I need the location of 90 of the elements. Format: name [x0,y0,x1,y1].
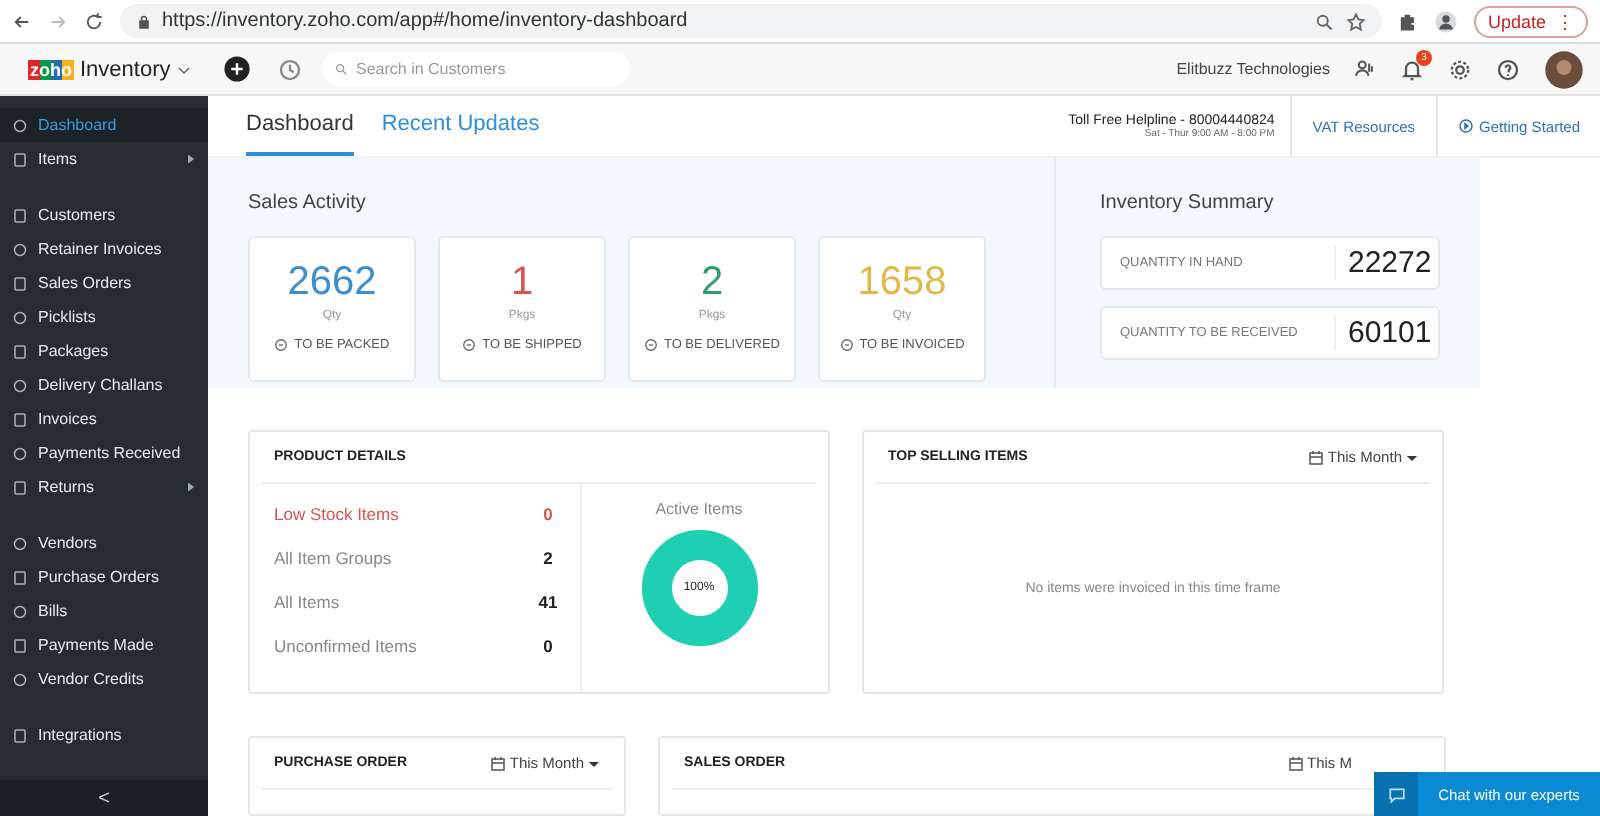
calendar-icon [489,755,506,771]
sidebar-item[interactable]: Customers [0,198,208,232]
profile-icon [1433,9,1458,33]
section-title: Sales Activity [248,192,368,215]
sidebar-item[interactable]: Delivery Challans [0,368,208,402]
history-icon [278,57,302,81]
detail-label[interactable]: All Items [274,592,340,612]
menu-item-icon [12,569,28,585]
dashboard-icon [12,117,28,133]
menu-icon: ⋮ [1556,11,1574,31]
bell-icon [1400,57,1424,81]
menu-item-icon [12,445,28,461]
sidebar-item[interactable]: Dashboard [0,108,208,142]
detail-label[interactable]: Unconfirmed Items [274,636,417,656]
menu-item-icon [12,151,28,167]
detail-value: 41 [536,592,560,612]
expand-arrow-icon [186,482,196,492]
zoom-icon [1313,11,1334,31]
sidebar-item[interactable]: Vendor Credits [0,662,208,696]
caret-icon [588,757,600,769]
status-icon [462,338,477,353]
url-text: https://inventory.zoho.com/app#/home/inventory-dashboard [162,10,688,32]
tab[interactable]: Recent Updates [381,96,540,157]
sidebar-item[interactable]: Items [0,142,208,176]
product-name[interactable]: Inventory [80,57,171,81]
plus-icon [224,56,250,82]
sidebar-item[interactable]: Payments Received [0,436,208,470]
sidebar-item[interactable]: Vendors [0,526,208,560]
calendar-icon [1307,449,1324,465]
menu-item-icon [12,207,28,223]
menu-item-icon [12,275,28,291]
activity-count: 2662 [287,260,377,307]
menu-item-icon [12,377,28,393]
activity-count: 2 [700,260,724,307]
menu-item-icon [12,727,28,743]
organization-name[interactable]: Elitbuzz Technologies [1176,60,1330,78]
detail-label[interactable]: All Item Groups [274,548,392,568]
summary-value: 60101 [1334,316,1438,351]
sidebar-item[interactable]: Invoices [0,402,208,436]
sidebar-item[interactable]: Picklists [0,300,208,334]
reload-icon [84,11,104,31]
avatar-icon [1544,49,1584,89]
section-title: Inventory Summary [1100,192,1276,215]
settings-icon [1448,57,1472,81]
menu-item-icon [12,671,28,687]
sidebar-item[interactable]: Purchase Orders [0,560,208,594]
sidebar-item[interactable]: Returns [0,470,208,504]
forward-icon [48,11,68,31]
menu-item-icon [12,309,28,325]
menu-item-icon [12,479,28,495]
activity-count: 1 [510,260,534,307]
sidebar-item[interactable]: Payments Made [0,628,208,662]
chevron-down-icon [176,61,193,77]
users-icon [1354,58,1376,80]
menu-item-icon [12,411,28,427]
collapse-sidebar-button[interactable]: < [0,780,208,816]
star-icon [1345,11,1366,31]
search-placeholder: Search in Customers [356,60,506,78]
search-icon [334,62,348,76]
detail-value: 0 [541,636,555,656]
activity-count: 1658 [857,260,947,307]
detail-label[interactable]: Low Stock Items [274,504,399,524]
menu-item-icon [12,637,28,653]
caret-icon [1406,451,1418,463]
calendar-icon [1287,755,1303,771]
address-bar[interactable]: https://inventory.zoho.com/app#/home/inventory-dashboard [120,4,1382,38]
update-button[interactable]: Update ⋮ [1473,5,1588,37]
expand-arrow-icon [186,154,196,164]
puzzle-icon [1397,11,1418,31]
sidebar-item[interactable]: Retainer Invoices [0,232,208,266]
lock-icon [136,13,152,29]
sidebar-item[interactable]: Sales Orders [0,266,208,300]
menu-item-icon [12,603,28,619]
detail-value: 2 [541,548,555,568]
sidebar-item[interactable]: Packages [0,334,208,368]
chart-title: Active Items [655,500,743,518]
menu-item-icon [12,535,28,551]
status-icon [274,338,289,353]
status-icon [643,338,658,353]
detail-value: 0 [541,504,555,524]
summary-value: 22272 [1334,246,1438,281]
menu-item-icon [12,241,28,257]
chat-icon [1387,785,1405,803]
back-icon [12,11,32,31]
sidebar-item[interactable]: Integrations [0,718,208,752]
menu-item-icon [12,343,28,359]
help-icon [1496,57,1520,81]
play-icon [1457,118,1474,135]
status-icon [839,338,854,353]
sidebar-item[interactable]: Bills [0,594,208,628]
